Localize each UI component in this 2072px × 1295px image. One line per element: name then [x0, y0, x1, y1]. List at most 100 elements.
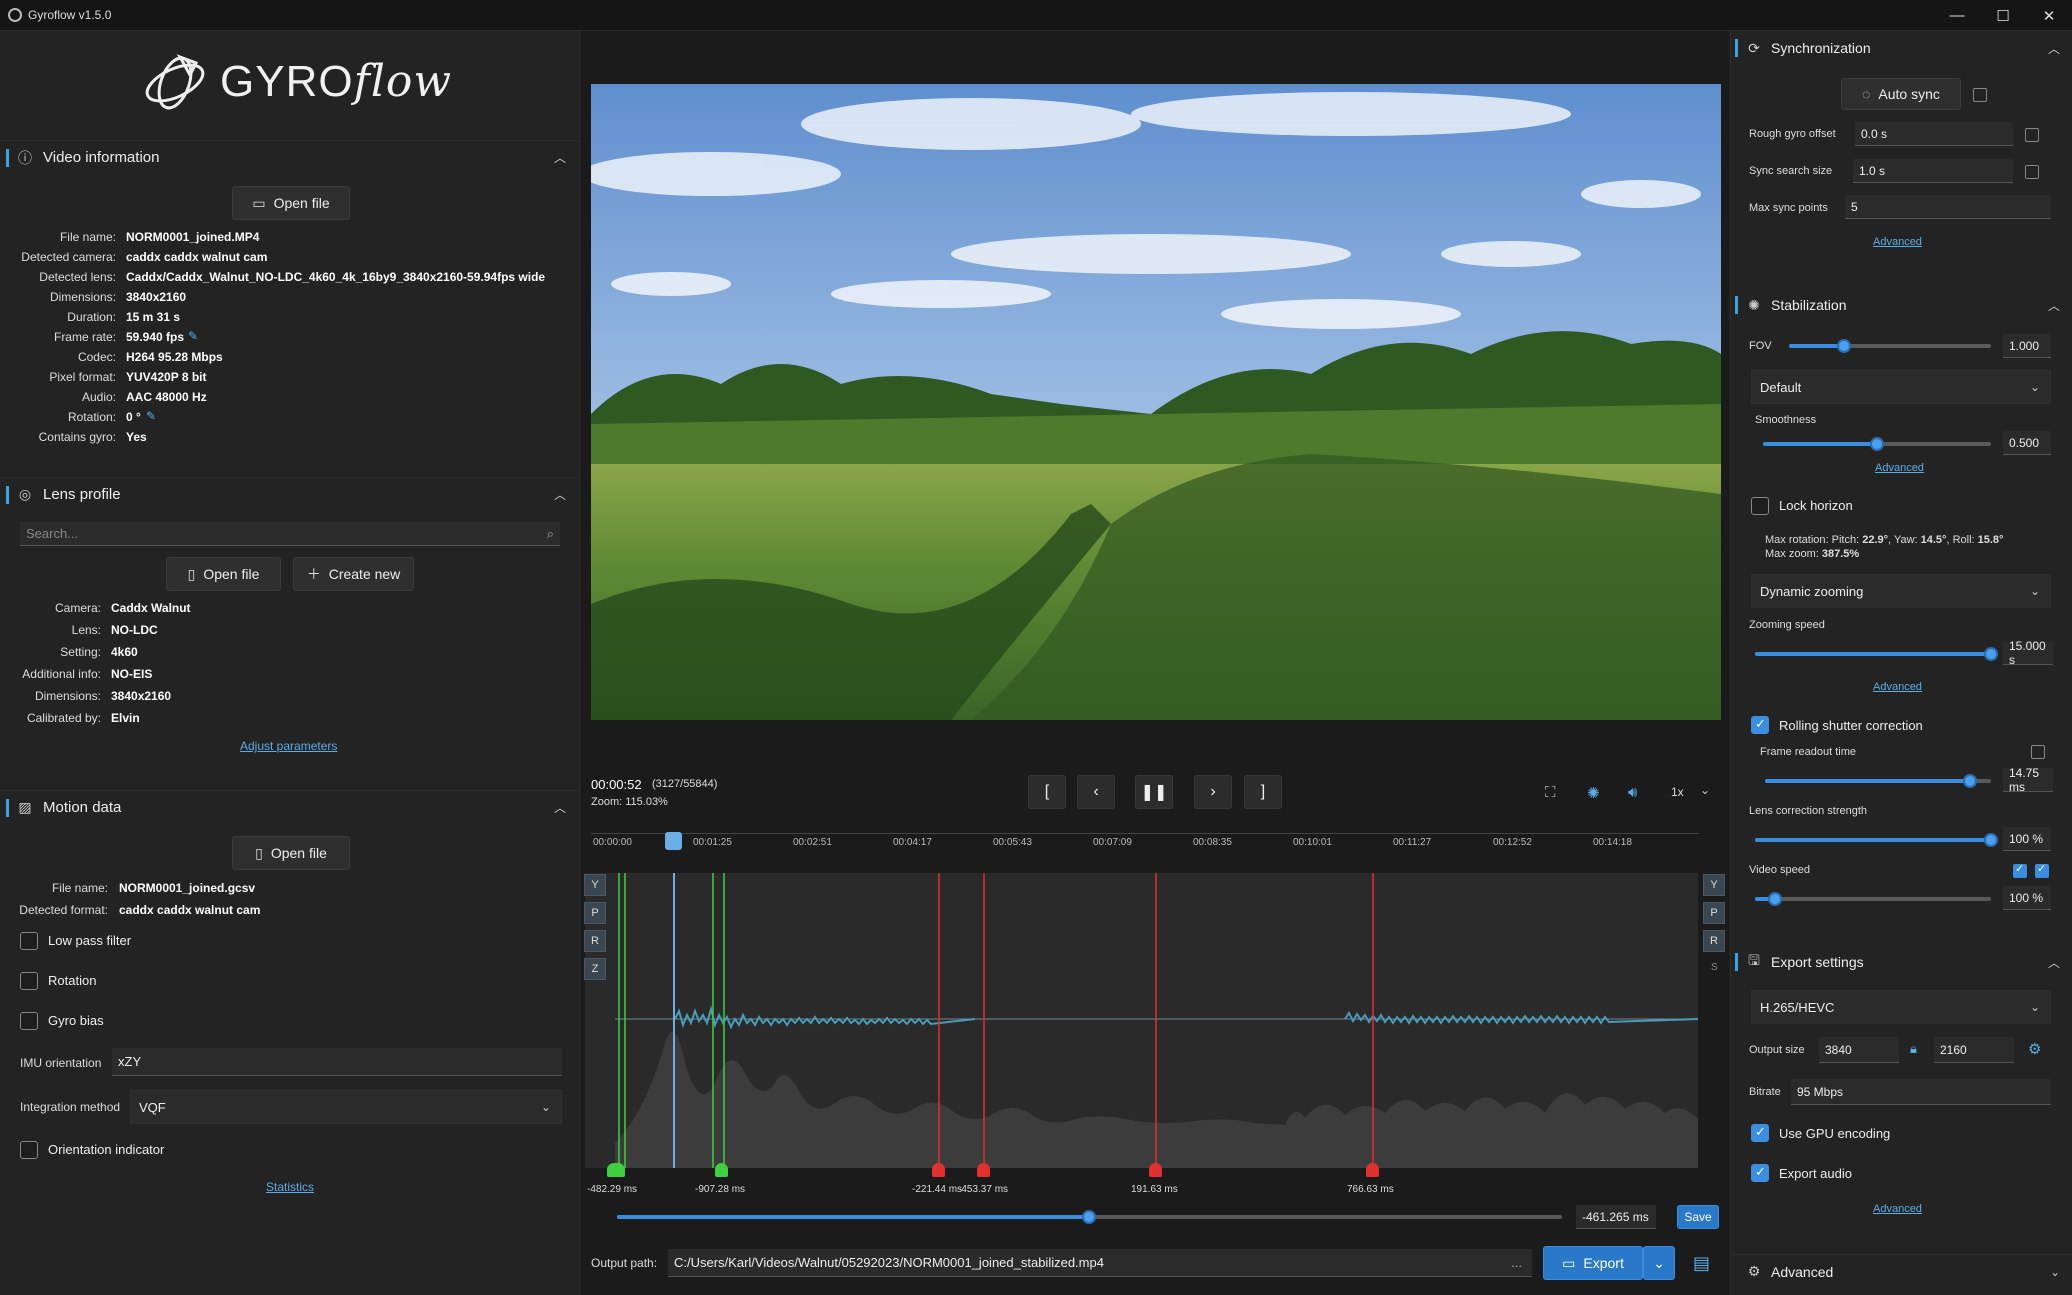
frame-readout-checkbox[interactable] — [2031, 745, 2045, 759]
export-advanced-link[interactable]: Advanced — [1873, 1203, 1922, 1215]
lens-strength-input[interactable]: 100 % — [2003, 827, 2051, 851]
chevron-up-icon[interactable]: ︿ — [554, 149, 566, 166]
lock-icon[interactable]: 🔒︎ — [1910, 1041, 1917, 1057]
sync-point-marker[interactable] — [1149, 1163, 1162, 1177]
export-options-button[interactable]: ⌄ — [1643, 1246, 1675, 1280]
axis-z-button[interactable]: Z — [584, 958, 606, 980]
offset-input[interactable]: -461.265 ms — [1576, 1205, 1656, 1229]
playback-speed[interactable]: 1x — [1671, 785, 1684, 799]
output-width-input[interactable]: 3840 — [1819, 1037, 1899, 1063]
maximize-button[interactable]: ☐ — [1980, 0, 2026, 31]
sync-advanced-link[interactable]: Advanced — [1873, 236, 1922, 248]
set-trim-end-button[interactable]: ] — [1244, 775, 1282, 809]
video-open-file-button[interactable]: ▭ Open file — [232, 186, 350, 220]
export-audio-checkbox[interactable] — [1751, 1164, 1769, 1182]
fit-view-icon[interactable]: ⛶ — [1545, 784, 1556, 801]
render-queue-icon[interactable]: ▤ — [1693, 1253, 1710, 1274]
fov-slider[interactable] — [1789, 339, 1991, 353]
imu-orientation-input[interactable]: xZY — [112, 1048, 562, 1076]
rough-offset-checkbox[interactable] — [2025, 128, 2039, 142]
chevron-up-icon[interactable]: ︿ — [554, 799, 566, 816]
stabilization-header[interactable]: ✺ Stabilization ︿ — [1730, 288, 2072, 322]
video-speed-interpolate-checkbox[interactable] — [2035, 862, 2049, 878]
edit-icon[interactable]: ✎ — [188, 329, 198, 343]
axis-s-label[interactable]: S — [1711, 962, 1718, 973]
adjust-parameters-link[interactable]: Adjust parameters — [240, 739, 337, 753]
axis-yaw-right-button[interactable]: Y — [1703, 874, 1725, 896]
next-frame-button[interactable]: › — [1194, 775, 1232, 809]
motion-data-header[interactable]: ▨ Motion data ︿ — [0, 790, 580, 824]
fov-input[interactable]: 1.000 — [2003, 334, 2051, 358]
zooming-speed-slider[interactable] — [1755, 647, 1998, 661]
previous-frame-button[interactable]: ‹ — [1077, 775, 1115, 809]
gpu-encoding-checkbox[interactable] — [1751, 1124, 1769, 1142]
lens-strength-slider[interactable] — [1755, 833, 1998, 847]
chevron-up-icon[interactable]: ︿ — [2048, 297, 2060, 314]
edit-icon[interactable]: ✎ — [146, 409, 156, 423]
lens-search-input[interactable]: Search... ⌕ — [20, 522, 560, 546]
search-size-checkbox[interactable] — [2025, 165, 2039, 179]
bitrate-input[interactable]: 95 Mbps — [1791, 1079, 2051, 1105]
sync-point-marker[interactable] — [607, 1163, 625, 1177]
sync-point-marker[interactable] — [715, 1163, 728, 1177]
zooming-dropdown[interactable]: Dynamic zooming ⌄ — [1751, 574, 2051, 608]
stabilization-toggle-icon[interactable]: ✺ — [1587, 784, 1600, 802]
integration-method-dropdown[interactable]: VQF ⌄ — [130, 1090, 562, 1124]
chevron-up-icon[interactable]: ︿ — [554, 486, 566, 503]
rough-offset-input[interactable]: 0.0 s — [1855, 122, 2013, 146]
sync-point-marker[interactable] — [977, 1163, 990, 1177]
orientation-indicator-checkbox[interactable] — [20, 1141, 38, 1159]
axis-yaw-button[interactable]: Y — [584, 874, 606, 896]
close-button[interactable]: ✕ — [2026, 0, 2072, 31]
smoothness-input[interactable]: 0.500 — [2003, 431, 2051, 455]
chevron-up-icon[interactable]: ︿ — [2048, 954, 2060, 971]
smoothing-method-dropdown[interactable]: Default ⌄ — [1751, 370, 2051, 404]
axis-pitch-button[interactable]: P — [584, 902, 606, 924]
set-trim-start-button[interactable]: [ — [1028, 775, 1066, 809]
create-new-button[interactable]: ＋ Create new — [293, 557, 414, 591]
output-height-input[interactable]: 2160 — [1934, 1037, 2014, 1063]
codec-dropdown[interactable]: H.265/HEVC ⌄ — [1751, 990, 2051, 1024]
sync-point-marker[interactable] — [1366, 1163, 1379, 1177]
chevron-down-icon[interactable]: ⌄ — [2050, 1265, 2060, 1279]
video-speed-audio-checkbox[interactable] — [2013, 862, 2027, 878]
sync-point-marker[interactable] — [932, 1163, 945, 1177]
pause-button[interactable]: ❚❚ — [1135, 775, 1173, 809]
frame-readout-slider[interactable] — [1765, 774, 1991, 788]
zooming-speed-input[interactable]: 15.000 s — [2003, 639, 2053, 667]
statistics-link[interactable]: Statistics — [266, 1180, 314, 1194]
lens-profile-header[interactable]: ◎ Lens profile ︿ — [0, 477, 580, 511]
offset-slider[interactable] — [617, 1210, 1562, 1224]
axis-roll-right-button[interactable]: R — [1703, 930, 1725, 952]
video-speed-input[interactable]: 100 % — [2003, 886, 2051, 910]
auto-sync-checkbox[interactable] — [1973, 88, 1987, 102]
playhead-handle[interactable] — [665, 832, 682, 850]
gyro-bias-checkbox[interactable] — [20, 1012, 38, 1030]
axis-roll-button[interactable]: R — [584, 930, 606, 952]
sync-header[interactable]: ⟳ Synchronization ︿ — [1730, 31, 2072, 65]
video-preview[interactable] — [591, 84, 1721, 720]
chevron-up-icon[interactable]: ︿ — [2048, 40, 2060, 57]
gear-icon[interactable]: ⚙ — [2028, 1040, 2041, 1058]
search-size-input[interactable]: 1.0 s — [1853, 159, 2013, 183]
export-button[interactable]: ▭ Export — [1543, 1246, 1643, 1280]
export-settings-header[interactable]: 🖫︎ Export settings ︿ — [1730, 945, 2072, 979]
volume-icon[interactable]: 🔊︎ — [1628, 784, 1637, 801]
rotation-checkbox[interactable] — [20, 972, 38, 990]
motion-open-file-button[interactable]: ▯ Open file — [232, 836, 350, 870]
smoothness-slider[interactable] — [1763, 437, 1991, 451]
low-pass-checkbox[interactable] — [20, 932, 38, 950]
timeline-graph[interactable] — [585, 873, 1699, 1168]
output-path-input[interactable]: C:/Users/Karl/Videos/Walnut/05292023/NOR… — [668, 1249, 1532, 1277]
rolling-shutter-checkbox[interactable] — [1751, 716, 1769, 734]
frame-readout-input[interactable]: 14.75 ms — [2003, 766, 2053, 794]
zooming-advanced-link[interactable]: Advanced — [1873, 681, 1922, 693]
save-offset-button[interactable]: Save — [1677, 1205, 1719, 1229]
lens-open-file-button[interactable]: ▯ Open file — [166, 557, 281, 591]
advanced-header[interactable]: ⚙ Advanced ⌄ — [1730, 1254, 2072, 1288]
video-info-header[interactable]: ⓘ Video information ︿ — [0, 140, 580, 174]
browse-dots[interactable]: ... — [1511, 1255, 1522, 1270]
lock-horizon-checkbox[interactable] — [1751, 497, 1769, 515]
video-speed-slider[interactable] — [1755, 892, 1991, 906]
auto-sync-button[interactable]: ◌ Auto sync — [1841, 78, 1961, 110]
